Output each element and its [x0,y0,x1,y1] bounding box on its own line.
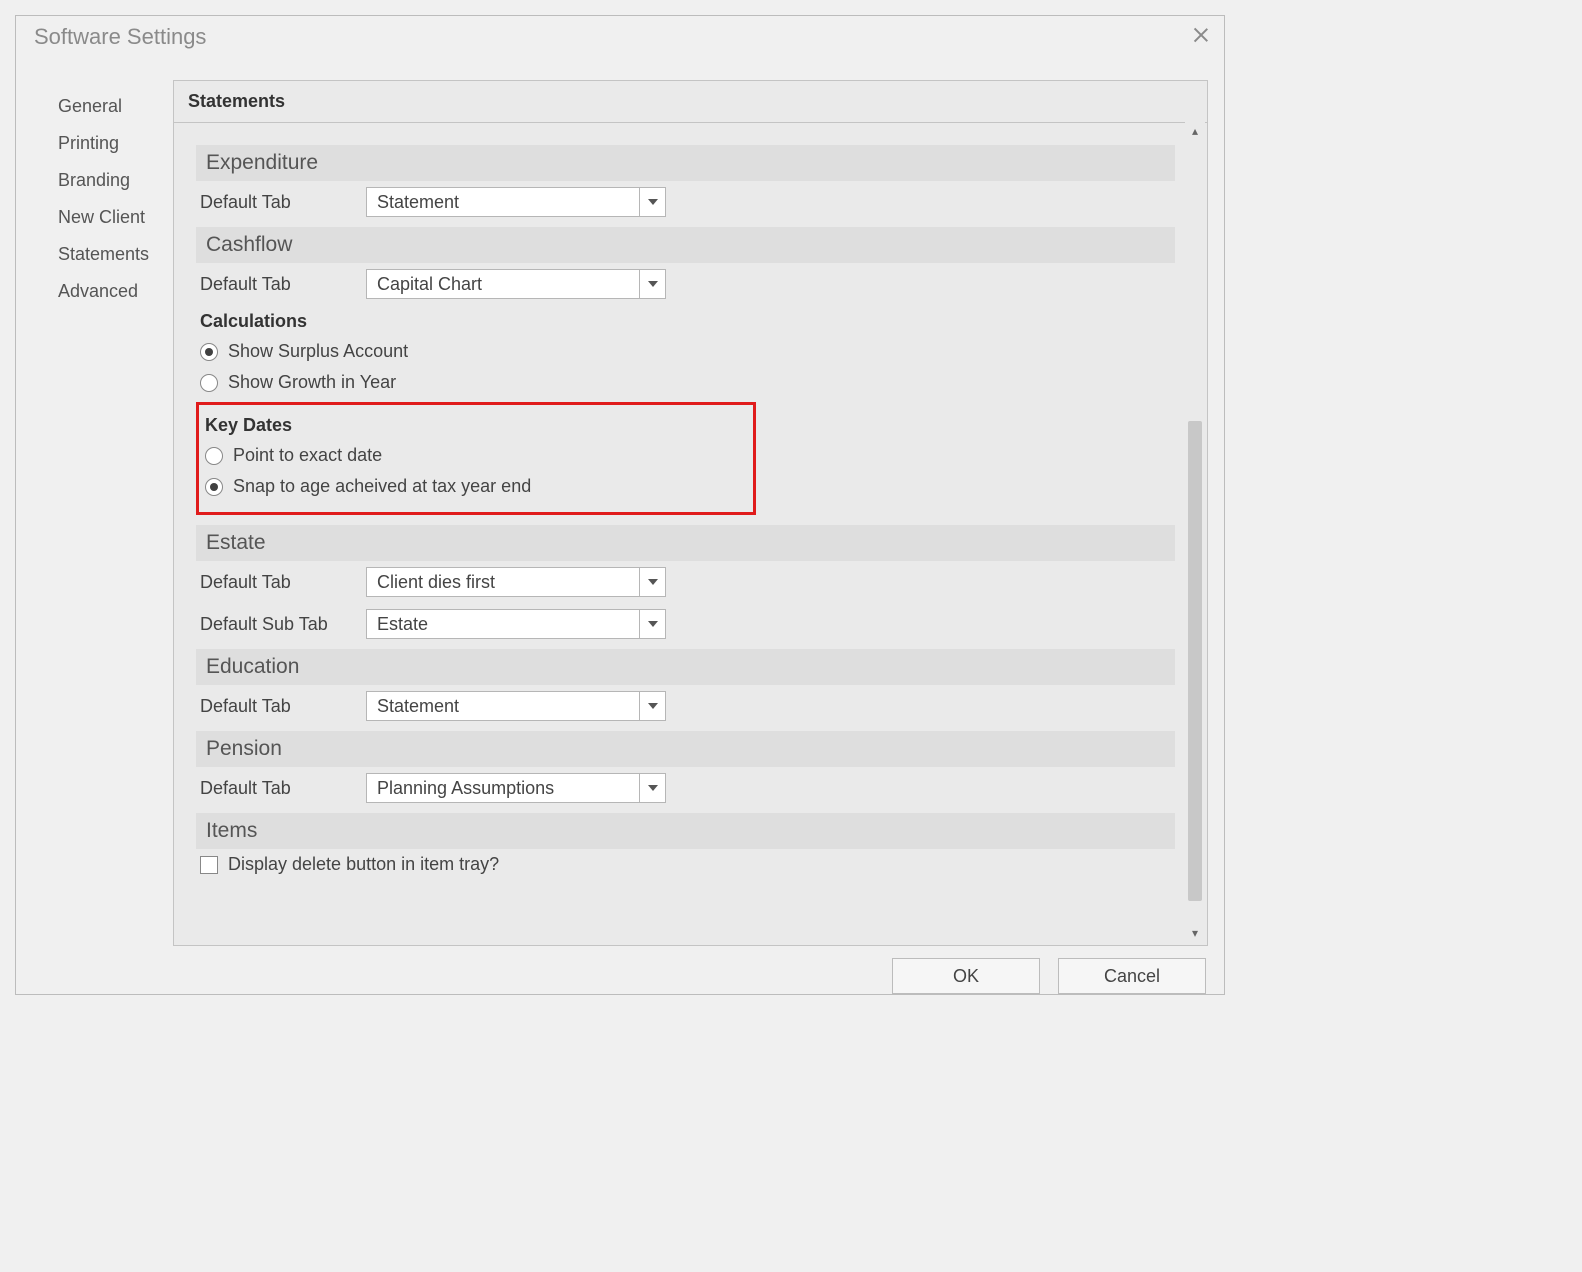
checkbox-icon[interactable] [200,856,218,874]
sidebar-item-label: General [58,96,122,116]
dialog-title: Software Settings [34,24,206,50]
select-value: Statement [367,192,639,213]
main-panel: Statements Expenditure Default Tab State… [173,80,1208,946]
sidebar-item-label: Advanced [58,281,138,301]
close-icon[interactable] [1192,26,1210,44]
sidebar-item-label: Statements [58,244,149,264]
sidebar-item-advanced[interactable]: Advanced [58,273,173,310]
expenditure-default-tab-select[interactable]: Statement [366,187,666,217]
scrollbar-thumb[interactable] [1188,421,1202,901]
keydates-label: Key Dates [201,409,747,440]
calc-option-growth[interactable]: Show Growth in Year [196,367,1175,398]
radio-icon[interactable] [200,374,218,392]
scroll-up-icon[interactable]: ▴ [1185,121,1205,141]
scroll-down-icon[interactable]: ▾ [1185,923,1205,943]
chevron-down-icon[interactable] [639,568,665,596]
sidebar-item-branding[interactable]: Branding [58,162,173,199]
estate-default-subtab-select[interactable]: Estate [366,609,666,639]
dialog-body: General Printing Branding New Client Sta… [16,58,1224,946]
select-value: Statement [367,696,639,717]
estate-default-tab-label: Default Tab [200,572,352,593]
sidebar-item-label: New Client [58,207,145,227]
cashflow-default-tab-label: Default Tab [200,274,352,295]
chevron-down-icon[interactable] [639,774,665,802]
sidebar: General Printing Branding New Client Sta… [38,80,173,946]
section-expenditure: Expenditure [196,145,1175,181]
panel-scroll: Expenditure Default Tab Statement Cashfl… [174,123,1207,945]
cancel-button[interactable]: Cancel [1058,958,1206,994]
radio-label: Snap to age acheived at tax year end [233,476,531,497]
sidebar-item-general[interactable]: General [58,88,173,125]
select-value: Capital Chart [367,274,639,295]
select-value: Client dies first [367,572,639,593]
calculations-label: Calculations [196,305,1175,336]
radio-label: Show Surplus Account [228,341,408,362]
radio-label: Point to exact date [233,445,382,466]
sidebar-item-label: Printing [58,133,119,153]
vertical-scrollbar[interactable]: ▴ ▾ [1185,121,1205,943]
education-default-tab-label: Default Tab [200,696,352,717]
expenditure-default-tab-label: Default Tab [200,192,352,213]
keydates-option-exact[interactable]: Point to exact date [201,440,747,471]
estate-default-subtab-row: Default Sub Tab Estate [196,603,1175,645]
items-display-delete-row[interactable]: Display delete button in item tray? [196,849,1175,880]
panel-header: Statements [174,81,1207,123]
sidebar-item-label: Branding [58,170,130,190]
pension-default-tab-label: Default Tab [200,778,352,799]
section-items: Items [196,813,1175,849]
radio-label: Show Growth in Year [228,372,396,393]
ok-button[interactable]: OK [892,958,1040,994]
settings-dialog: Software Settings General Printing Brand… [15,15,1225,995]
section-cashflow: Cashflow [196,227,1175,263]
chevron-down-icon[interactable] [639,188,665,216]
checkbox-label: Display delete button in item tray? [228,854,499,875]
chevron-down-icon[interactable] [639,610,665,638]
select-value: Estate [367,614,639,635]
education-default-tab-row: Default Tab Statement [196,685,1175,727]
sidebar-item-printing[interactable]: Printing [58,125,173,162]
chevron-down-icon[interactable] [639,692,665,720]
cashflow-default-tab-row: Default Tab Capital Chart [196,263,1175,305]
key-dates-highlight-box: Key Dates Point to exact date Snap to ag… [196,402,756,515]
sidebar-item-new-client[interactable]: New Client [58,199,173,236]
pension-default-tab-select[interactable]: Planning Assumptions [366,773,666,803]
select-value: Planning Assumptions [367,778,639,799]
button-label: Cancel [1104,966,1160,987]
titlebar: Software Settings [16,16,1224,58]
dialog-footer: OK Cancel [16,946,1224,994]
education-default-tab-select[interactable]: Statement [366,691,666,721]
pension-default-tab-row: Default Tab Planning Assumptions [196,767,1175,809]
radio-icon[interactable] [205,447,223,465]
section-pension: Pension [196,731,1175,767]
sidebar-item-statements[interactable]: Statements [58,236,173,273]
radio-icon[interactable] [205,478,223,496]
radio-icon[interactable] [200,343,218,361]
section-education: Education [196,649,1175,685]
expenditure-default-tab-row: Default Tab Statement [196,181,1175,223]
chevron-down-icon[interactable] [639,270,665,298]
button-label: OK [953,966,979,987]
calc-option-surplus[interactable]: Show Surplus Account [196,336,1175,367]
estate-default-subtab-label: Default Sub Tab [200,614,352,635]
cashflow-default-tab-select[interactable]: Capital Chart [366,269,666,299]
estate-default-tab-select[interactable]: Client dies first [366,567,666,597]
keydates-option-snap[interactable]: Snap to age acheived at tax year end [201,471,747,502]
section-estate: Estate [196,525,1175,561]
estate-default-tab-row: Default Tab Client dies first [196,561,1175,603]
